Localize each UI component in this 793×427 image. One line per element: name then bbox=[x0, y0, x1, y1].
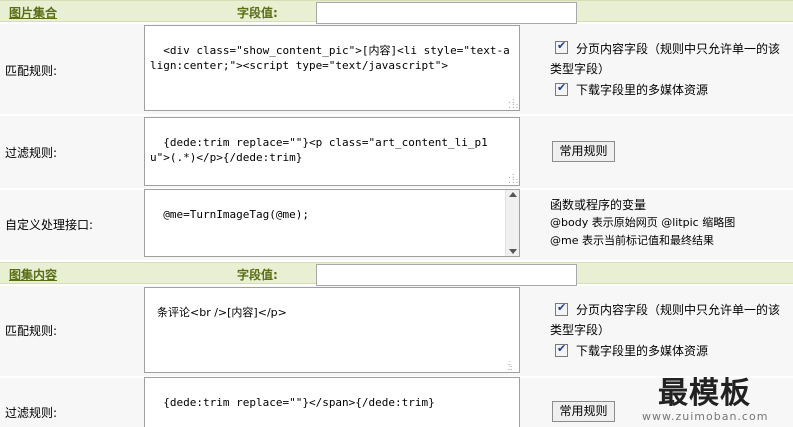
scrollbar[interactable] bbox=[505, 190, 519, 256]
watermark-url: www.zuimoban.com bbox=[642, 410, 769, 423]
watermark-brand: 最模板 bbox=[658, 376, 751, 411]
field-value-input[interactable] bbox=[316, 2, 577, 24]
common-rules-button[interactable]: 常用规则 bbox=[552, 401, 615, 422]
watermark-logo: 最模板 www.zuimoban.com bbox=[642, 368, 768, 423]
filter-rule-textarea[interactable]: {dede:trim replace=""}<p class="art_cont… bbox=[144, 117, 520, 186]
download-media-option-label: 下载字段里的多媒体资源 bbox=[576, 83, 709, 97]
custom-handler-label: 自定义处理接口: bbox=[5, 218, 94, 232]
filter-rule-text: {dede:trim replace=""}</span>{/dede:trim… bbox=[163, 396, 435, 409]
filter-rule-textarea[interactable]: {dede:trim replace=""}</span>{/dede:trim… bbox=[144, 377, 520, 427]
filter-rule-label: 过滤规则: bbox=[5, 146, 58, 160]
filter-rule-label: 过滤规则: bbox=[5, 406, 58, 420]
section-title[interactable]: 图片集合 bbox=[9, 4, 57, 21]
resize-grip-icon[interactable]: .:.:: bbox=[507, 359, 517, 372]
custom-handler-text: @me=TurnImageTag(@me); bbox=[163, 208, 309, 221]
scroll-up-icon[interactable] bbox=[509, 192, 517, 197]
section-header-gallery-content: 图集内容 字段值: bbox=[0, 262, 793, 286]
note-function-variables: 函数或程序的变量 bbox=[550, 198, 647, 212]
section-title[interactable]: 图集内容 bbox=[9, 266, 57, 283]
common-rules-button[interactable]: 常用规则 bbox=[552, 141, 615, 162]
match-rule-label: 匹配规则: bbox=[5, 324, 58, 338]
resize-grip-icon[interactable]: .:.:: bbox=[507, 172, 519, 185]
download-media-checkbox[interactable] bbox=[555, 342, 568, 357]
download-media-option-label: 下载字段里的多媒体资源 bbox=[576, 344, 709, 358]
note-body-litpic: @body 表示原始网页 @litpic 缩略图 bbox=[550, 216, 736, 229]
note-me-result: @me 表示当前标记值和最终结果 bbox=[550, 234, 714, 247]
match-rule-label: 匹配规则: bbox=[5, 64, 58, 78]
download-media-checkbox[interactable] bbox=[555, 81, 568, 96]
match-rule-textarea[interactable]: 条评论<br />[内容]</p> .:.:: bbox=[144, 287, 520, 373]
resize-grip-icon[interactable]: .:.:: bbox=[507, 97, 519, 110]
paging-field-option-label: 分页内容字段（规则中只允许单一的该类型字段） bbox=[550, 303, 781, 337]
match-rule-text: 条评论<br />[内容]</p> bbox=[157, 306, 287, 319]
field-value-label: 字段值: bbox=[237, 268, 278, 282]
match-rule-textarea[interactable]: <div class="show_content_pic">[内容]<li st… bbox=[144, 25, 520, 111]
custom-handler-textarea[interactable]: @me=TurnImageTag(@me); bbox=[144, 189, 520, 257]
paging-field-option-label: 分页内容字段（规则中只允许单一的该类型字段） bbox=[550, 42, 781, 76]
field-value-label: 字段值: bbox=[237, 6, 278, 20]
match-rule-text: <div class="show_content_pic">[内容]<li st… bbox=[150, 44, 510, 72]
section-header-image-collection: 图片集合 字段值: bbox=[0, 0, 793, 24]
filter-rule-text: {dede:trim replace=""}<p class="art_cont… bbox=[150, 136, 495, 164]
field-value-input[interactable] bbox=[316, 264, 577, 286]
scroll-down-icon[interactable] bbox=[509, 249, 517, 254]
